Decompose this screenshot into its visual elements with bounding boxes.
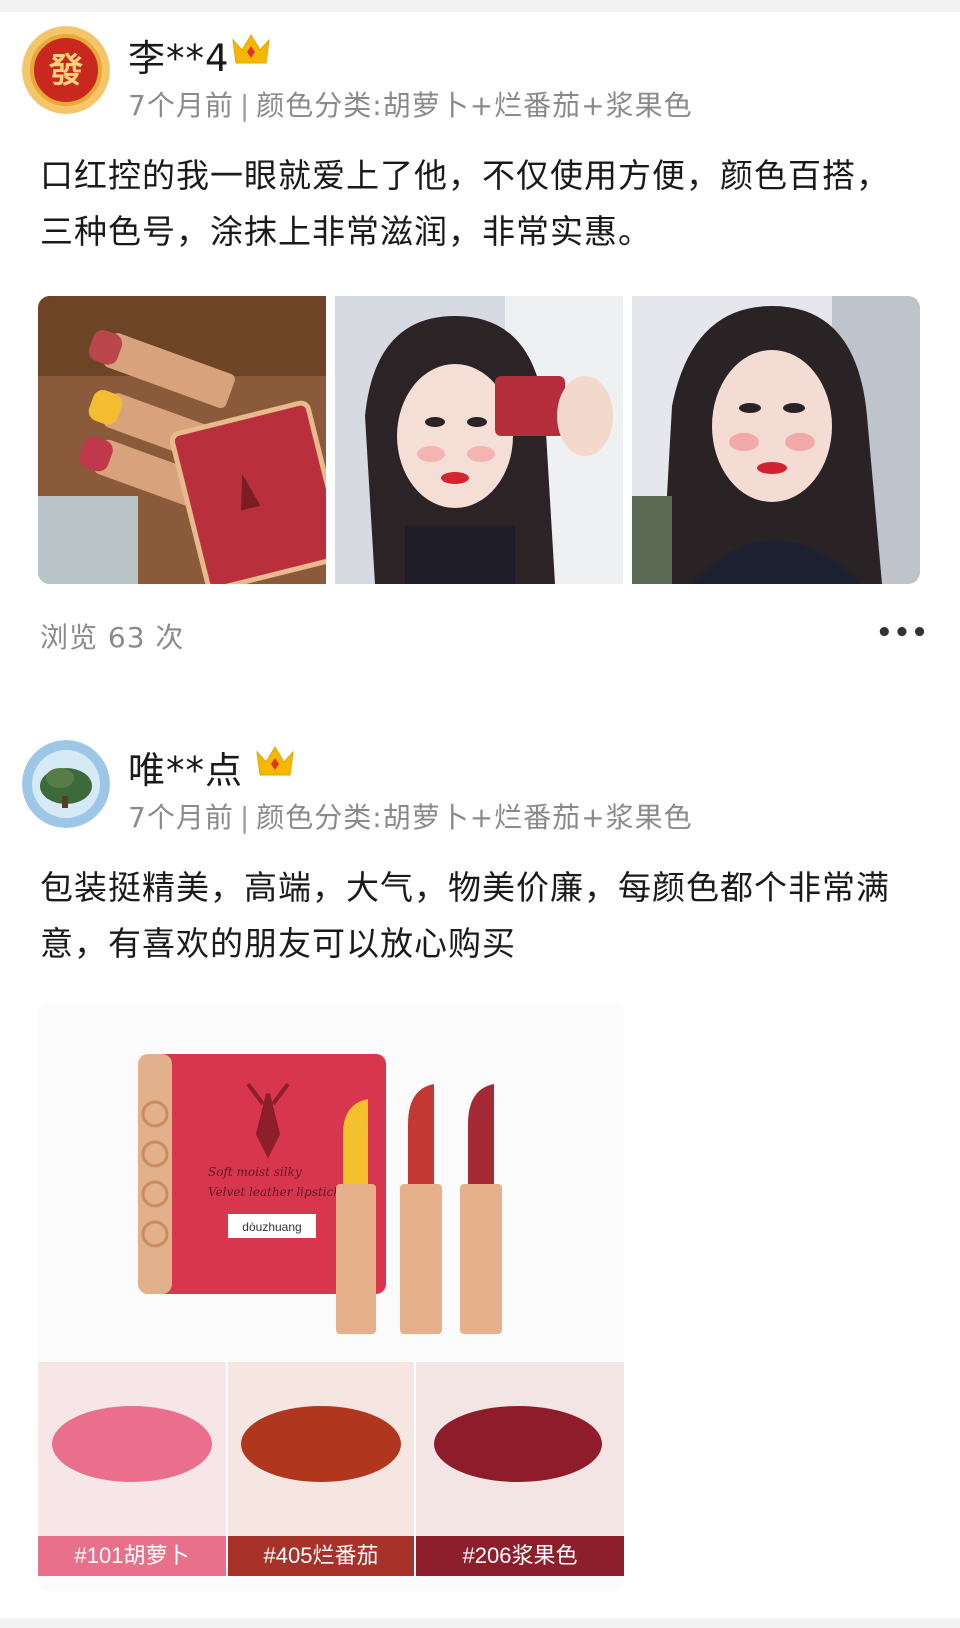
- brand-label: dòuzhuang: [242, 1220, 301, 1234]
- swatch-label: #206浆果色: [416, 1536, 624, 1576]
- view-count: 浏览 63 次: [40, 621, 185, 654]
- lip-swatch-3: [434, 1406, 602, 1482]
- review-variant: 颜色分类:胡萝卜+烂番茄+浆果色: [256, 89, 693, 122]
- swatch-label: #101胡萝卜: [38, 1536, 226, 1576]
- review-photo[interactable]: [632, 296, 920, 584]
- product-illustration: Soft moist silky Velvet leather lipstick…: [38, 1004, 624, 1590]
- review-photo[interactable]: [38, 296, 326, 584]
- review-meta: 7个月前 | 颜色分类:胡萝卜+烂番茄+浆果色: [128, 796, 693, 836]
- review-time: 7个月前: [128, 801, 234, 834]
- meta-separator: |: [239, 89, 251, 122]
- avatar[interactable]: [22, 740, 110, 828]
- lip-swatch-1: [52, 1406, 212, 1482]
- meta-separator: |: [239, 801, 251, 834]
- crown-icon: [254, 744, 296, 778]
- case-script-line1: Soft moist silky: [208, 1165, 302, 1179]
- top-divider: [0, 0, 960, 12]
- avatar[interactable]: 發: [22, 26, 110, 114]
- username: 李**4: [128, 37, 230, 80]
- review-text: 口红控的我一眼就爱上了他，不仅使用方便，颜色百搭，三种色号，涂抹上非常滋润，非常…: [40, 156, 890, 251]
- review-meta: 7个月前 | 颜色分类:胡萝卜+烂番茄+浆果色: [128, 84, 693, 124]
- bottom-divider: [0, 1618, 960, 1628]
- review-variant: 颜色分类:胡萝卜+烂番茄+浆果色: [256, 801, 693, 834]
- username: 唯**点: [128, 749, 243, 792]
- review-text: 包装挺精美，高端，大气，物美价廉，每颜色都个非常满意，有喜欢的朋友可以放心购买: [40, 868, 890, 963]
- crown-icon: [230, 32, 272, 66]
- more-options-button[interactable]: •••: [876, 618, 929, 648]
- svg-text:發: 發: [48, 51, 83, 91]
- case-script-line2: Velvet leather lipstick: [208, 1185, 341, 1199]
- lip-swatch-2: [241, 1406, 401, 1482]
- swatch-label: #405烂番茄: [228, 1536, 414, 1576]
- review-photo[interactable]: [335, 296, 623, 584]
- review-time: 7个月前: [128, 89, 234, 122]
- review-photo-product[interactable]: Soft moist silky Velvet leather lipstick…: [38, 1004, 624, 1590]
